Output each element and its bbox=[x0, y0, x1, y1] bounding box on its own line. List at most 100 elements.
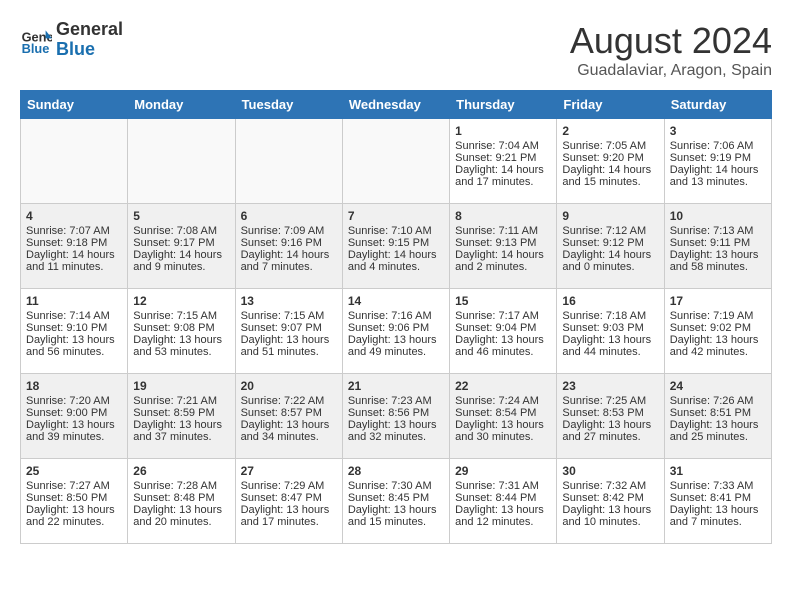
calendar-cell: 13Sunrise: 7:15 AMSunset: 9:07 PMDayligh… bbox=[235, 289, 342, 374]
calendar-cell bbox=[235, 119, 342, 204]
sunrise-info: Sunrise: 7:20 AM bbox=[26, 395, 122, 407]
daylight-info: Daylight: 13 hours and 46 minutes. bbox=[455, 334, 551, 358]
logo-line2: Blue bbox=[56, 40, 123, 60]
calendar-week-3: 11Sunrise: 7:14 AMSunset: 9:10 PMDayligh… bbox=[21, 289, 772, 374]
calendar-cell: 23Sunrise: 7:25 AMSunset: 8:53 PMDayligh… bbox=[557, 374, 664, 459]
day-number: 30 bbox=[562, 464, 658, 478]
sunset-info: Sunset: 8:50 PM bbox=[26, 492, 122, 504]
daylight-info: Daylight: 13 hours and 7 minutes. bbox=[670, 504, 766, 528]
sunrise-info: Sunrise: 7:30 AM bbox=[348, 480, 444, 492]
day-number: 6 bbox=[241, 209, 337, 223]
sunset-info: Sunset: 9:19 PM bbox=[670, 152, 766, 164]
sunset-info: Sunset: 8:44 PM bbox=[455, 492, 551, 504]
sunrise-info: Sunrise: 7:06 AM bbox=[670, 140, 766, 152]
day-number: 21 bbox=[348, 379, 444, 393]
calendar-cell bbox=[21, 119, 128, 204]
calendar-cell: 31Sunrise: 7:33 AMSunset: 8:41 PMDayligh… bbox=[664, 459, 771, 544]
daylight-info: Daylight: 13 hours and 49 minutes. bbox=[348, 334, 444, 358]
day-number: 5 bbox=[133, 209, 229, 223]
sunrise-info: Sunrise: 7:14 AM bbox=[26, 310, 122, 322]
sunrise-info: Sunrise: 7:13 AM bbox=[670, 225, 766, 237]
daylight-info: Daylight: 13 hours and 25 minutes. bbox=[670, 419, 766, 443]
calendar-cell: 26 Sunrise: 7:28 AMSunset: 8:48 PMDayligh… bbox=[128, 459, 235, 544]
day-header-saturday: Saturday bbox=[664, 91, 771, 119]
day-number: 2 bbox=[562, 124, 658, 138]
calendar-cell: 20Sunrise: 7:22 AMSunset: 8:57 PMDayligh… bbox=[235, 374, 342, 459]
sunset-info: Sunset: 8:59 PM bbox=[133, 407, 229, 419]
sunrise-info: Sunrise: 7:18 AM bbox=[562, 310, 658, 322]
day-number: 1 bbox=[455, 124, 551, 138]
sunset-info: Sunset: 8:41 PM bbox=[670, 492, 766, 504]
page-header: General Blue General Blue August 2024 Gu… bbox=[20, 20, 772, 80]
sunrise-info: Sunrise: 7:26 AM bbox=[670, 395, 766, 407]
daylight-info: Daylight: 13 hours and 37 minutes. bbox=[133, 419, 229, 443]
day-number: 22 bbox=[455, 379, 551, 393]
calendar-cell: 30Sunrise: 7:32 AMSunset: 8:42 PMDayligh… bbox=[557, 459, 664, 544]
daylight-info: Daylight: 14 hours and 15 minutes. bbox=[562, 164, 658, 188]
calendar-cell: 6Sunrise: 7:09 AMSunset: 9:16 PMDaylight… bbox=[235, 204, 342, 289]
sunrise-info: Sunrise: 7:05 AM bbox=[562, 140, 658, 152]
daylight-info: Daylight: 13 hours and 56 minutes. bbox=[26, 334, 122, 358]
day-number: 11 bbox=[26, 294, 122, 308]
sunset-info: Sunset: 8:53 PM bbox=[562, 407, 658, 419]
sunset-info: Sunset: 8:42 PM bbox=[562, 492, 658, 504]
sunset-info: Sunset: 8:56 PM bbox=[348, 407, 444, 419]
daylight-info: Daylight: 14 hours and 2 minutes. bbox=[455, 249, 551, 273]
sunrise-info: Sunrise: 7:17 AM bbox=[455, 310, 551, 322]
day-header-wednesday: Wednesday bbox=[342, 91, 449, 119]
daylight-info: Daylight: 13 hours and 42 minutes. bbox=[670, 334, 766, 358]
day-number: 26 bbox=[133, 464, 229, 478]
sunset-info: Sunset: 9:07 PM bbox=[241, 322, 337, 334]
calendar-cell: 17Sunrise: 7:19 AMSunset: 9:02 PMDayligh… bbox=[664, 289, 771, 374]
sunrise-info: Sunrise: 7:23 AM bbox=[348, 395, 444, 407]
sunset-info: Sunset: 8:48 PM bbox=[133, 492, 229, 504]
sunset-info: Sunset: 8:45 PM bbox=[348, 492, 444, 504]
day-number: 9 bbox=[562, 209, 658, 223]
day-number: 25 bbox=[26, 464, 122, 478]
calendar-cell: 19Sunrise: 7:21 AMSunset: 8:59 PMDayligh… bbox=[128, 374, 235, 459]
sunset-info: Sunset: 9:16 PM bbox=[241, 237, 337, 249]
calendar-cell: 12Sunrise: 7:15 AMSunset: 9:08 PMDayligh… bbox=[128, 289, 235, 374]
calendar-cell: 22Sunrise: 7:24 AMSunset: 8:54 PMDayligh… bbox=[450, 374, 557, 459]
day-number: 14 bbox=[348, 294, 444, 308]
title-block: August 2024 Guadalaviar, Aragon, Spain bbox=[570, 20, 772, 80]
sunset-info: Sunset: 9:21 PM bbox=[455, 152, 551, 164]
day-number: 16 bbox=[562, 294, 658, 308]
daylight-info: Daylight: 13 hours and 58 minutes. bbox=[670, 249, 766, 273]
svg-text:Blue: Blue bbox=[22, 41, 50, 56]
sunrise-info: Sunrise: 7:28 AM bbox=[133, 480, 229, 492]
sunrise-info: Sunrise: 7:15 AM bbox=[133, 310, 229, 322]
sunset-info: Sunset: 9:20 PM bbox=[562, 152, 658, 164]
calendar-cell: 7Sunrise: 7:10 AMSunset: 9:15 PMDaylight… bbox=[342, 204, 449, 289]
daylight-info: Daylight: 13 hours and 20 minutes. bbox=[133, 504, 229, 528]
calendar-cell: 4Sunrise: 7:07 AMSunset: 9:18 PMDaylight… bbox=[21, 204, 128, 289]
sunrise-info: Sunrise: 7:21 AM bbox=[133, 395, 229, 407]
calendar-cell: 1Sunrise: 7:04 AMSunset: 9:21 PMDaylight… bbox=[450, 119, 557, 204]
day-number: 10 bbox=[670, 209, 766, 223]
day-number: 28 bbox=[348, 464, 444, 478]
day-number: 20 bbox=[241, 379, 337, 393]
sunset-info: Sunset: 9:15 PM bbox=[348, 237, 444, 249]
daylight-info: Daylight: 14 hours and 4 minutes. bbox=[348, 249, 444, 273]
daylight-info: Daylight: 14 hours and 11 minutes. bbox=[26, 249, 122, 273]
sunrise-info: Sunrise: 7:15 AM bbox=[241, 310, 337, 322]
day-number: 24 bbox=[670, 379, 766, 393]
sunrise-info: Sunrise: 7:32 AM bbox=[562, 480, 658, 492]
sunrise-info: Sunrise: 7:07 AM bbox=[26, 225, 122, 237]
logo: General Blue General Blue bbox=[20, 20, 123, 60]
sunrise-info: Sunrise: 7:29 AM bbox=[241, 480, 337, 492]
calendar-cell: 11Sunrise: 7:14 AMSunset: 9:10 PMDayligh… bbox=[21, 289, 128, 374]
logo-icon: General Blue bbox=[20, 24, 52, 56]
calendar-body: 1Sunrise: 7:04 AMSunset: 9:21 PMDaylight… bbox=[21, 119, 772, 544]
calendar-cell: 5Sunrise: 7:08 AMSunset: 9:17 PMDaylight… bbox=[128, 204, 235, 289]
day-header-sunday: Sunday bbox=[21, 91, 128, 119]
calendar-cell: 10Sunrise: 7:13 AMSunset: 9:11 PMDayligh… bbox=[664, 204, 771, 289]
calendar-week-5: 25Sunrise: 7:27 AMSunset: 8:50 PMDayligh… bbox=[21, 459, 772, 544]
sunset-info: Sunset: 8:51 PM bbox=[670, 407, 766, 419]
day-number: 18 bbox=[26, 379, 122, 393]
calendar-cell: 25Sunrise: 7:27 AMSunset: 8:50 PMDayligh… bbox=[21, 459, 128, 544]
calendar-cell: 8Sunrise: 7:11 AMSunset: 9:13 PMDaylight… bbox=[450, 204, 557, 289]
sunrise-info: Sunrise: 7:22 AM bbox=[241, 395, 337, 407]
daylight-info: Daylight: 13 hours and 51 minutes. bbox=[241, 334, 337, 358]
sunset-info: Sunset: 9:08 PM bbox=[133, 322, 229, 334]
